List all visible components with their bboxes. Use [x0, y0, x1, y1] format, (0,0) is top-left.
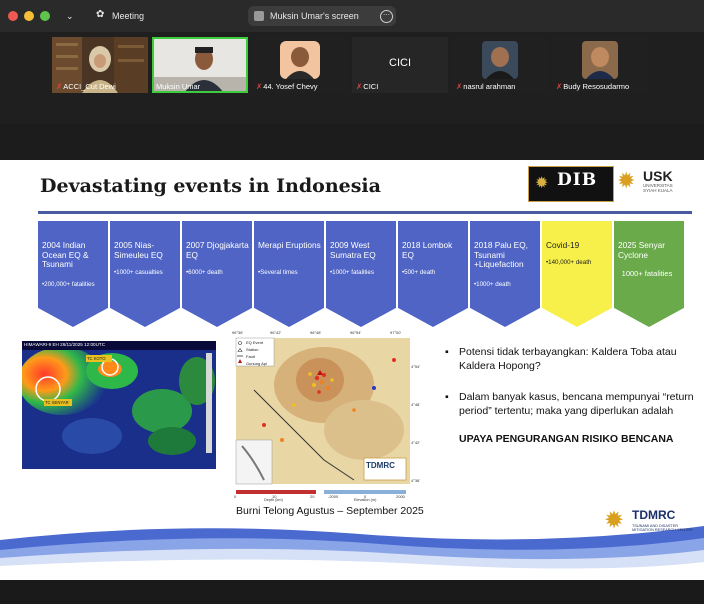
- emphasis-text: UPAYA PENGURANGAN RISIKO BENCANA: [459, 433, 674, 445]
- seal-icon: ✹: [617, 168, 636, 193]
- mic-muted-icon: ✗: [56, 82, 63, 91]
- participant-tile[interactable]: ✗ACCI_Cut Dewi: [52, 37, 148, 93]
- satellite-image: HIMAWARI-9 EH 26/11/2025 12:00UTC TC KOT…: [18, 341, 216, 469]
- mic-muted-icon: ✗: [456, 82, 463, 91]
- event-chevron: 2018 Lombok EQ •500+ death: [398, 221, 468, 327]
- participant-initials: CICI: [389, 57, 411, 69]
- slide-title: Devastating events in Indonesia: [40, 175, 381, 197]
- bottom-bar: [0, 580, 704, 604]
- seismic-map: 96°36' 96°42' 96°48' 96°54' 97°00' 4°54'…: [224, 330, 424, 502]
- bullet-icon: ▪: [445, 346, 449, 358]
- event-chevron: 2025 Senyar Cyclone 1000+ fatalities: [614, 221, 684, 327]
- tdmrc-logo: ✹ TDMRC TSUNAMI AND DISASTER MITIGATION …: [604, 507, 693, 534]
- event-chevron: Covid-19 •140,000+ death: [542, 221, 612, 327]
- event-chevron: 2005 Nias-Simeuleu EQ •1000+ casualties: [110, 221, 180, 327]
- tc-label-2: TC SENYAR: [45, 400, 69, 405]
- event-chevron: 2009 West Sumatra EQ •1000+ fatalities: [326, 221, 396, 327]
- map-badge: TDMRC: [366, 461, 395, 470]
- share-title: Muksin Umar's screen: [270, 11, 359, 21]
- seal-icon: ✹: [535, 175, 549, 192]
- participant-name: ✗CICI: [356, 82, 379, 91]
- title-rule: [38, 211, 692, 214]
- participant-gallery: ✗ACCI_Cut Dewi Muksin Umar ✗44. Yosef Ch…: [0, 32, 704, 124]
- event-chevron: 2004 Indian Ocean EQ & Tsunami •200,000+ …: [38, 221, 108, 327]
- mic-muted-icon: ✗: [556, 82, 563, 91]
- participant-name: ✗44. Yosef Chevy: [256, 82, 318, 91]
- footer-wave-graphic: [0, 526, 704, 580]
- legend-item: EQ Event: [246, 340, 264, 345]
- tc-label-1: TC KOTO: [87, 356, 106, 361]
- meeting-label: Meeting: [112, 11, 145, 21]
- screen-share-tab[interactable]: Muksin Umar's screen ⋯: [248, 6, 396, 26]
- participant-tile-active-speaker[interactable]: Muksin Umar: [152, 37, 248, 93]
- participant-tile[interactable]: CICI ✗CICI: [352, 37, 448, 93]
- paw-icon: ✿: [96, 9, 105, 20]
- participant-name: ✗nasrul arahman: [456, 82, 516, 91]
- legend-item: Fault: [246, 354, 255, 359]
- more-options-icon[interactable]: ⋯: [380, 10, 393, 23]
- participant-name: ✗Budy Resosudarmo: [556, 82, 630, 91]
- participant-tile[interactable]: ✗44. Yosef Chevy: [252, 37, 348, 93]
- legend-item: Station: [246, 347, 259, 352]
- usk-logo: ✹ USK UNIVERSITAS SYIAH KUALA: [617, 168, 673, 193]
- shared-slide: Devastating events in Indonesia ✹ DIB ✹ …: [0, 160, 704, 580]
- event-chevron: 2018 Palu EQ, Tsunami +Liquefaction •1000…: [470, 221, 540, 327]
- chevron-down-icon[interactable]: ⌄: [66, 11, 74, 22]
- participant-name: ✗ACCI_Cut Dewi: [56, 82, 116, 91]
- participant-tile[interactable]: ✗nasrul arahman: [452, 37, 548, 93]
- mic-muted-icon: ✗: [356, 82, 363, 91]
- participant-tile[interactable]: ✗Budy Resosudarmo: [552, 37, 648, 93]
- window-titlebar: ⌄ ✿ Meeting Muksin Umar's screen ⋯: [0, 0, 704, 32]
- legend-item: Gunung Api: [246, 361, 267, 366]
- close-window-button[interactable]: [8, 11, 18, 21]
- avatar: [254, 11, 264, 21]
- bullet-icon: ▪: [445, 391, 449, 403]
- seal-icon: ✹: [604, 507, 625, 534]
- event-chevron: 2007 Djogjakarta EQ •6000+ death: [182, 221, 252, 327]
- event-chevron: Merapi Eruptions •Several times: [254, 221, 324, 327]
- satellite-header: HIMAWARI-9 EH 26/11/2025 12:00UTC: [24, 342, 106, 347]
- minimize-window-button[interactable]: [24, 11, 34, 21]
- participant-name: Muksin Umar: [156, 82, 201, 91]
- zoom-window-button[interactable]: [40, 11, 50, 21]
- mic-muted-icon: ✗: [256, 82, 263, 91]
- cyclone-satellite-graphic: [18, 341, 216, 469]
- map-caption: Burni Telong Agustus – September 2025: [236, 505, 424, 517]
- dib-logo: ✹ DIB: [528, 166, 614, 202]
